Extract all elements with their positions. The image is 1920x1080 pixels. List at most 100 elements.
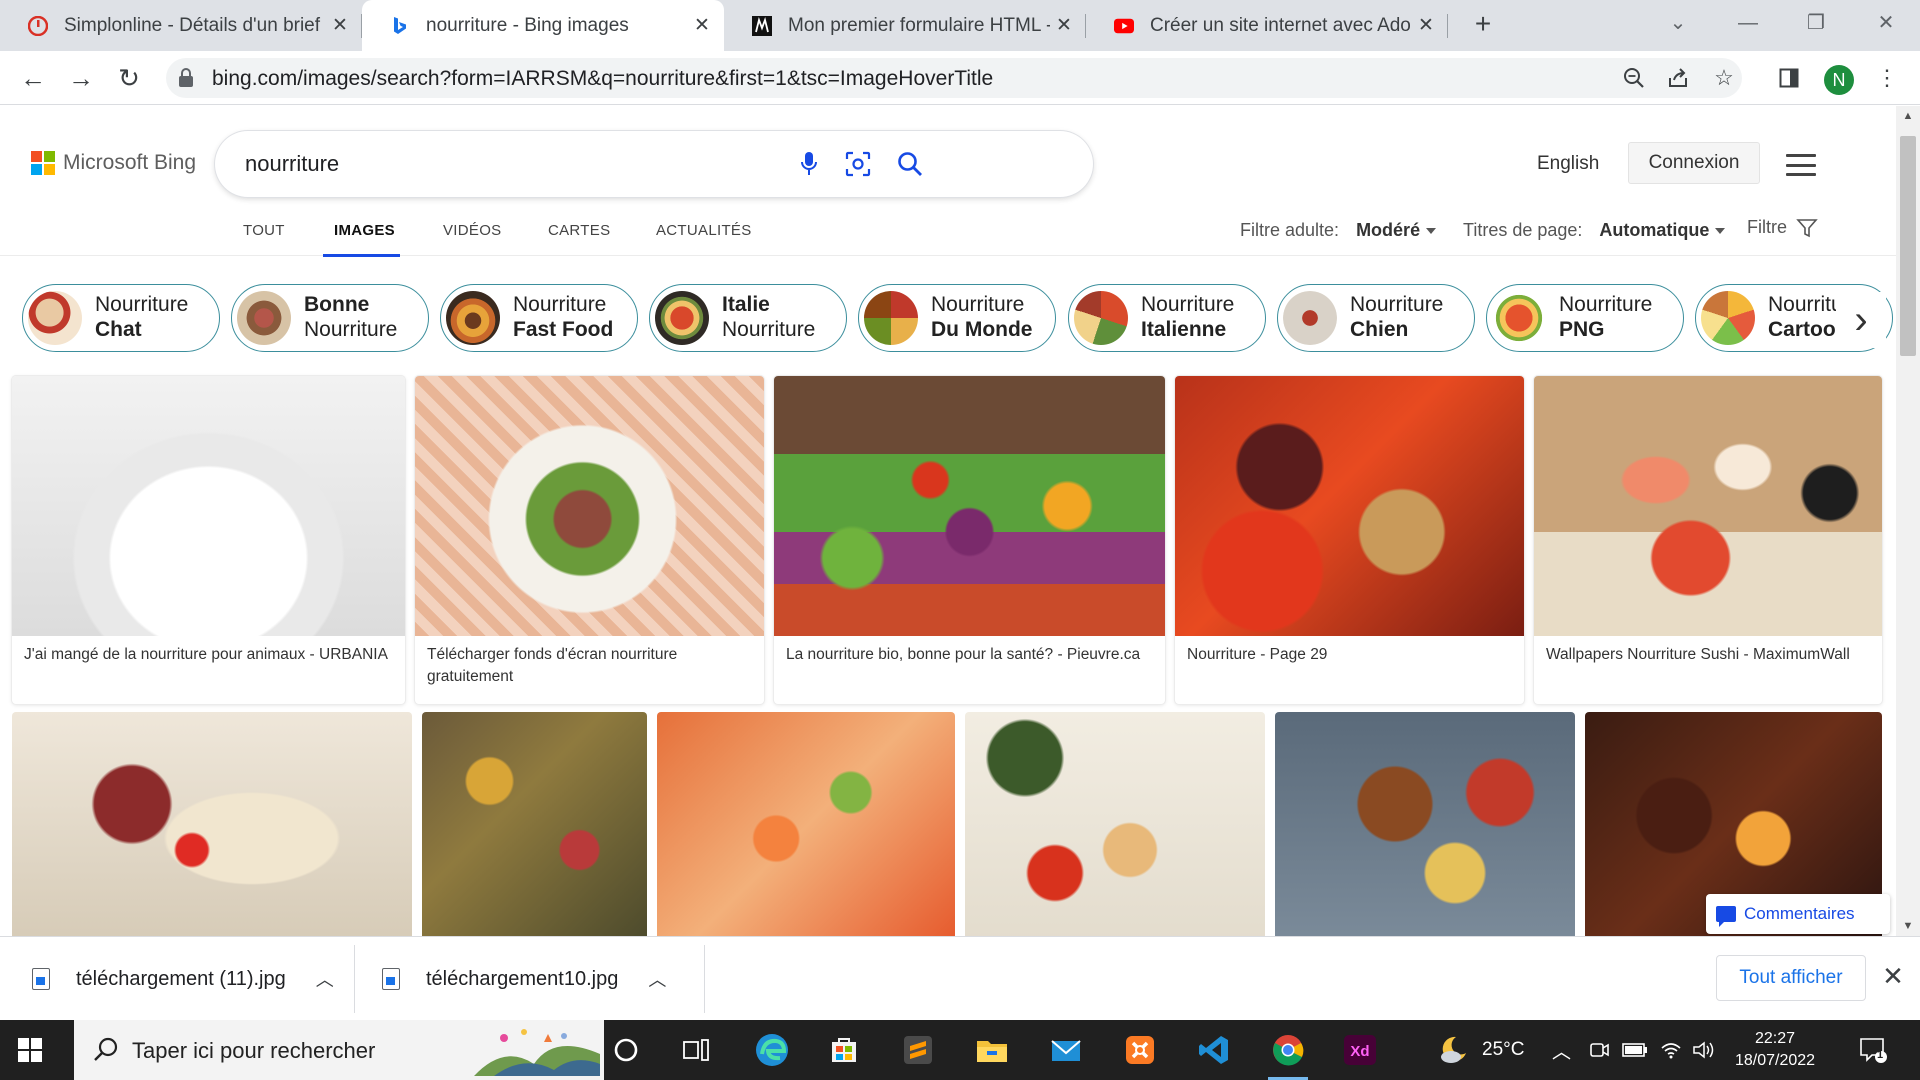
image-result[interactable]: Télécharger fonds d'écran nourriture gra…	[415, 376, 764, 704]
weather-widget[interactable]: 25°C	[1436, 1020, 1524, 1080]
image-result[interactable]: Wallpapers Nourriture Sushi - MaximumWal…	[1534, 376, 1882, 704]
notification-center-icon[interactable]: 1	[1858, 1036, 1888, 1064]
tab-bing-images[interactable]: nourriture - Bing images ✕	[362, 0, 724, 51]
tab-close-icon[interactable]: ✕	[1412, 14, 1440, 37]
chevron-up-icon[interactable]: ︿	[648, 966, 666, 992]
battery-icon[interactable]	[1622, 1020, 1648, 1080]
language-link[interactable]: English	[1537, 153, 1599, 175]
taskbar-search[interactable]: Taper ici pour rechercher	[74, 1020, 604, 1080]
image-result[interactable]	[657, 712, 955, 936]
chevron-right-icon[interactable]: ›	[1836, 292, 1886, 348]
browser-toolbar: ← → ↻ bing.com/images/search?form=IARRSM…	[0, 51, 1920, 105]
image-result[interactable]: J'ai mangé de la nourriture pour animaux…	[12, 376, 405, 704]
search-input[interactable]: nourriture	[245, 151, 339, 177]
file-explorer-icon[interactable]	[970, 1028, 1014, 1072]
filter-button[interactable]: Filtre	[1747, 217, 1818, 239]
reload-icon[interactable]: ↻	[112, 61, 146, 95]
tab-close-icon[interactable]: ✕	[1050, 14, 1078, 37]
scroll-down-arrow-icon[interactable]: ▼	[1896, 916, 1920, 936]
visual-search-icon[interactable]	[843, 149, 873, 179]
download-item[interactable]: téléchargement10.jpg ︿	[382, 937, 666, 1021]
mail-icon[interactable]	[1044, 1028, 1088, 1072]
sublime-text-icon[interactable]	[896, 1028, 940, 1072]
minimize-icon[interactable]: —	[1726, 8, 1770, 38]
restore-icon[interactable]: ❐	[1794, 8, 1838, 38]
search-highlight-illustration-icon	[474, 1029, 600, 1076]
youtube-icon	[1114, 16, 1134, 36]
task-view-icon[interactable]	[674, 1028, 718, 1072]
share-icon[interactable]	[1664, 64, 1692, 92]
xampp-icon[interactable]	[1118, 1028, 1162, 1072]
page-titles-filter[interactable]: Titres de page: Automatique	[1463, 220, 1726, 241]
tab-close-icon[interactable]: ✕	[326, 14, 354, 37]
windows-start-icon[interactable]	[18, 1038, 42, 1062]
bing-logo[interactable]: Microsoft Bing	[31, 151, 196, 175]
show-all-downloads-button[interactable]: Tout afficher	[1716, 955, 1866, 1001]
tab-simplonline[interactable]: Simplonline - Détails d'un brief ✕	[0, 0, 362, 51]
bookmark-star-icon[interactable]: ☆	[1710, 64, 1738, 92]
cortana-icon[interactable]	[604, 1028, 648, 1072]
image-result[interactable]	[12, 712, 412, 936]
edge-icon[interactable]	[750, 1028, 794, 1072]
meet-now-icon[interactable]	[1588, 1020, 1610, 1080]
tab-close-icon[interactable]: ✕	[688, 14, 716, 37]
pill-line-2: PNG	[1559, 318, 1605, 341]
vscode-icon[interactable]	[1192, 1028, 1236, 1072]
page-titles-value: Automatique	[1599, 220, 1710, 240]
related-pill[interactable]: Nourriture Fast Food	[440, 284, 638, 352]
active-scope-indicator	[323, 254, 400, 257]
new-tab-button[interactable]: +	[1466, 8, 1500, 42]
tab-search-chevron-icon[interactable]: ⌄	[1656, 8, 1700, 38]
image-result[interactable]: Nourriture - Page 29	[1175, 376, 1524, 704]
zoom-icon[interactable]	[1620, 64, 1648, 92]
chevron-up-icon[interactable]: ︿	[316, 966, 334, 992]
search-box[interactable]: nourriture	[215, 131, 1093, 197]
microsoft-store-icon[interactable]	[822, 1028, 866, 1072]
image-result[interactable]	[1275, 712, 1575, 936]
tab-formulaire[interactable]: Mon premier formulaire HTML - ✕	[724, 0, 1086, 51]
window-close-icon[interactable]: ✕	[1864, 8, 1908, 38]
system-clock[interactable]: 22:27 18/07/2022	[1720, 1028, 1830, 1072]
profile-avatar[interactable]: N	[1824, 65, 1854, 95]
related-pill[interactable]: Italie Nourriture	[649, 284, 847, 352]
url-text[interactable]: bing.com/images/search?form=IARRSM&q=nou…	[212, 67, 993, 91]
pill-line-1: Nourriture	[95, 293, 189, 316]
page-scrollbar[interactable]: ▲ ▼	[1896, 106, 1920, 936]
related-pill[interactable]: Nourriture Chien	[1277, 284, 1475, 352]
address-bar[interactable]: bing.com/images/search?form=IARRSM&q=nou…	[166, 58, 1742, 98]
related-pill[interactable]: Bonne Nourriture	[231, 284, 429, 352]
side-panel-icon[interactable]	[1772, 61, 1806, 95]
scrollbar-thumb[interactable]	[1900, 136, 1916, 356]
related-pill[interactable]: Nourriture Du Monde	[858, 284, 1056, 352]
browser-menu-icon[interactable]: ⋮	[1870, 61, 1904, 95]
chrome-icon[interactable]	[1266, 1028, 1310, 1080]
scope-tout[interactable]: TOUT	[243, 222, 285, 239]
image-result[interactable]: La nourriture bio, bonne pour la santé? …	[774, 376, 1165, 704]
related-pill[interactable]: Nourriture Italienne	[1068, 284, 1266, 352]
scope-images[interactable]: IMAGES	[334, 222, 395, 239]
volume-icon[interactable]	[1692, 1020, 1716, 1080]
feedback-button[interactable]: Commentaires	[1706, 894, 1890, 934]
forward-arrow-icon[interactable]: →	[64, 61, 98, 95]
related-pill[interactable]: Nourriture Chat	[22, 284, 220, 352]
scope-videos[interactable]: VIDÉOS	[443, 222, 501, 239]
show-hidden-icons-chevron-icon[interactable]: ︿	[1552, 1020, 1571, 1080]
scope-actualites[interactable]: ACTUALITÉS	[656, 222, 752, 239]
wifi-icon[interactable]	[1660, 1020, 1682, 1080]
back-arrow-icon[interactable]: ←	[16, 61, 50, 95]
image-result[interactable]	[422, 712, 647, 936]
close-downloads-icon[interactable]: ✕	[1878, 961, 1908, 991]
adult-filter[interactable]: Filtre adulte: Modéré	[1240, 220, 1437, 241]
image-result[interactable]	[965, 712, 1265, 936]
scope-cartes[interactable]: CARTES	[548, 222, 610, 239]
search-icon[interactable]	[895, 149, 925, 179]
scroll-up-arrow-icon[interactable]: ▲	[1896, 106, 1920, 126]
microphone-icon[interactable]	[794, 149, 824, 179]
adobe-xd-icon[interactable]: Xd	[1338, 1028, 1382, 1072]
hamburger-menu-icon[interactable]	[1786, 154, 1816, 176]
tab-youtube[interactable]: Créer un site internet avec Adobe ✕	[1086, 0, 1448, 51]
login-button[interactable]: Connexion	[1628, 142, 1760, 184]
download-item[interactable]: téléchargement (11).jpg ︿	[32, 937, 334, 1021]
lock-icon[interactable]	[178, 68, 198, 88]
related-pill[interactable]: Nourriture PNG	[1486, 284, 1684, 352]
